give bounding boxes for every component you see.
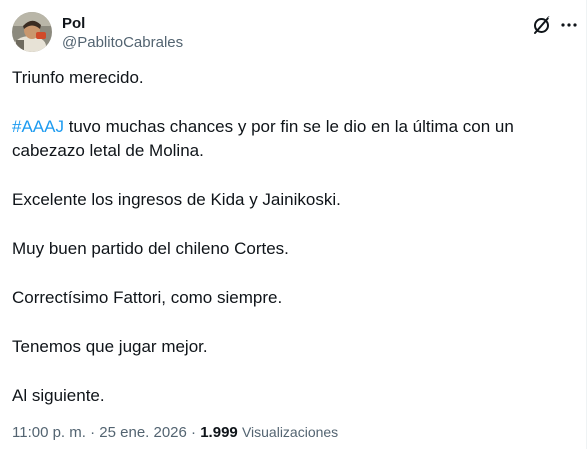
tweet-paragraph: Triunfo merecido. (12, 68, 144, 87)
author-info: Pol @PablitoCabrales (62, 14, 183, 53)
tweet-text: Triunfo merecido. #AAAJ tuvo muchas chan… (12, 66, 572, 433)
author-display-name[interactable]: Pol (62, 14, 183, 33)
tweet-paragraph: Al siguiente. (12, 386, 105, 405)
avatar[interactable] (12, 12, 52, 52)
grok-button[interactable] (531, 14, 553, 36)
more-dots-icon (561, 23, 577, 27)
hashtag-link[interactable]: #AAAJ (12, 117, 64, 136)
views-count[interactable]: 1.999 (200, 424, 238, 441)
views-label: Visualizaciones (241, 424, 339, 440)
tweet-date: 25 ene. 2026 (99, 424, 187, 441)
tweet-paragraph: Muy buen partido del chileno Cortes. (12, 239, 289, 258)
tweet-card: Pol @PablitoCabrales Triunfo merecido. #… (0, 0, 587, 449)
meta-separator: · (90, 424, 96, 441)
tweet-paragraph: Correctísimo Fattori, como siempre. (12, 288, 283, 307)
tweet-paragraph: Tenemos que jugar mejor. (12, 337, 208, 356)
grok-icon (534, 16, 551, 34)
tweet-time: 11:00 p. m. (12, 424, 86, 441)
tweet-paragraph: Excelente los ingresos de Kida y Jainiko… (12, 190, 341, 209)
avatar-image (12, 12, 52, 52)
more-options-button[interactable] (560, 16, 578, 34)
meta-separator: · (191, 424, 197, 441)
tweet-paragraph-text: tuvo muchas chances y por fin se le dio … (12, 117, 514, 160)
tweet-meta: 11:00 p. m. · 25 ene. 2026 · 1.999 Visua… (12, 422, 338, 443)
tweet-timestamp[interactable]: 11:00 p. m. · 25 ene. 2026 (12, 424, 187, 441)
author-handle[interactable]: @PablitoCabrales (62, 33, 183, 53)
tweet-paragraph: #AAAJ tuvo muchas chances y por fin se l… (12, 115, 572, 163)
